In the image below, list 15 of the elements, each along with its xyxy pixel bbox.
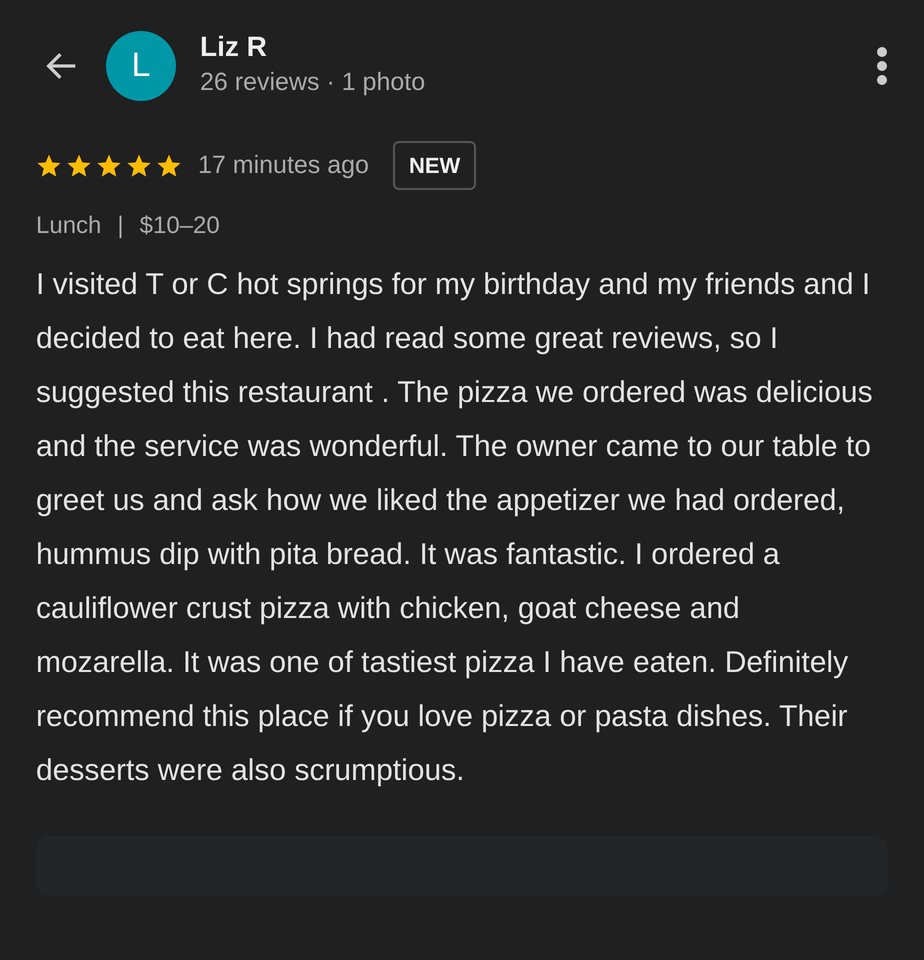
review-time: 17 minutes ago [198, 150, 369, 181]
avatar: L [106, 30, 176, 101]
more-options-icon[interactable] [876, 46, 888, 86]
review-tag: Lunch [36, 208, 102, 244]
star-icon [156, 152, 182, 179]
star-icon [36, 152, 62, 179]
star-icon [126, 152, 152, 179]
star-icon [96, 152, 122, 179]
reviewer-name: Liz R [200, 30, 268, 64]
star-icon [66, 152, 92, 179]
reviewer-stats: 26 reviews · 1 photo [200, 66, 426, 98]
review-text: I visited T or C hot springs for my birthday and my friends and I decided to eat here. I had read some great reviews, so I suggested this restaurant . The pizza we ordered was delicious and the service was wonderful. The owner came to our table to greet us and ask how we liked the appetizer we had ordered, hummus dip with pita bread. It was fantastic. I ordered a cauliflower crust pizza with chicken, goat cheese and mozarella. It was one of tastiest pizza I have eaten. Definitely recommend this place if you love pizza or pasta dishes. Their desserts were also scrumptious. [35, 267, 874, 790]
new-badge: NEW [392, 141, 476, 190]
separator: | [117, 211, 124, 242]
review-tag: $10–20 [140, 208, 220, 244]
